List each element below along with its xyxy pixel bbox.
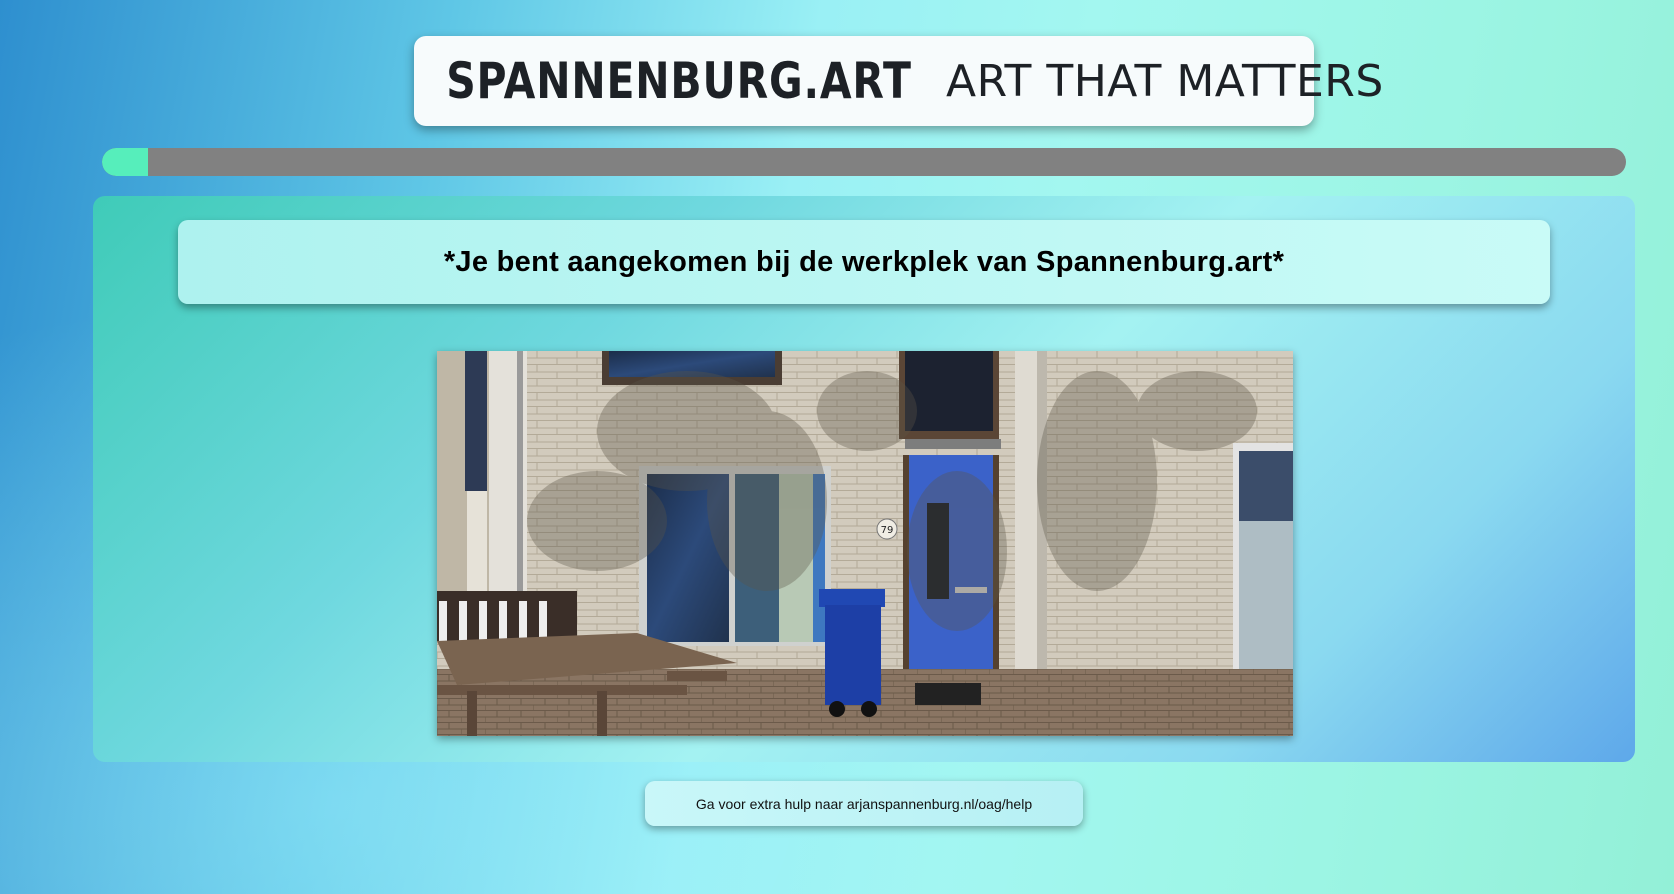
main-panel: *Je bent aangekomen bij de werkplek van … bbox=[93, 196, 1635, 762]
logo-brand: SPANNENBURG.ART bbox=[446, 52, 912, 110]
progress-fill bbox=[102, 148, 148, 176]
progress-bar bbox=[102, 148, 1626, 176]
page-title: *Je bent aangekomen bij de werkplek van … bbox=[443, 245, 1285, 278]
workplace-photo-image: 79 bbox=[437, 351, 1293, 736]
logo-tagline: ART THAT MATTERS bbox=[946, 55, 1384, 107]
site-logo: SPANNENBURG.ART ART THAT MATTERS bbox=[414, 36, 1383, 126]
house-number: 79 bbox=[881, 525, 894, 536]
workplace-photo: 79 bbox=[437, 351, 1293, 736]
help-link-text[interactable]: Ga voor extra hulp naar arjanspannenburg… bbox=[696, 796, 1032, 812]
title-banner: *Je bent aangekomen bij de werkplek van … bbox=[178, 220, 1550, 304]
help-box[interactable]: Ga voor extra hulp naar arjanspannenburg… bbox=[645, 781, 1083, 826]
